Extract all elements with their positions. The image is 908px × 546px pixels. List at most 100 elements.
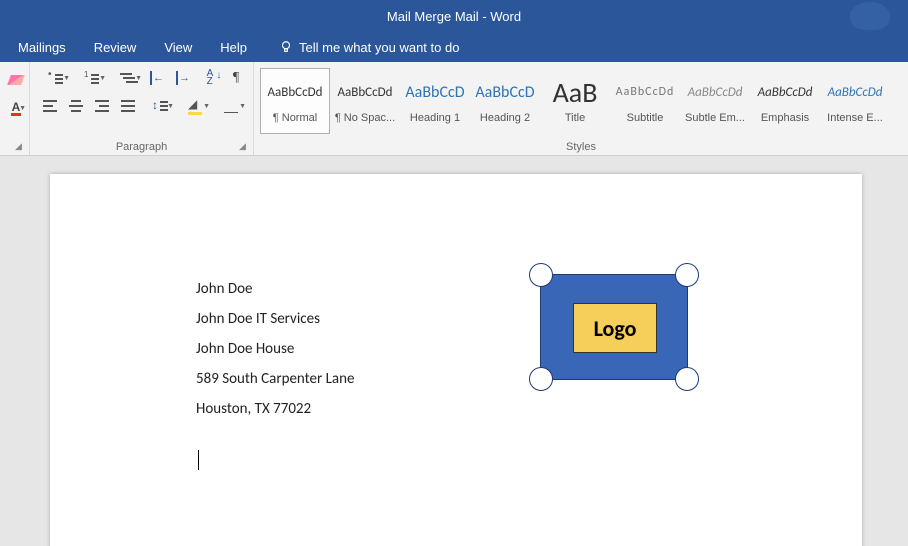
paragraph-dialog-launcher[interactable]: ◢ bbox=[239, 141, 249, 151]
style-preview: AaBbCcD bbox=[401, 78, 469, 106]
font-group-partial: A▼ ◢ bbox=[0, 62, 30, 155]
chevron-down-icon: ▼ bbox=[239, 103, 246, 110]
decrease-indent-icon bbox=[150, 71, 166, 85]
font-dialog-launcher[interactable]: ◢ bbox=[15, 141, 25, 151]
tab-review[interactable]: Review bbox=[80, 32, 151, 62]
chevron-down-icon: ▼ bbox=[19, 105, 26, 112]
ribbon: A▼ ◢ ▼ ▼ ▼ AZ ¶ ▼ ▼ ▼ bbox=[0, 62, 908, 156]
style-item-heading-2[interactable]: AaBbCcD Heading 2 bbox=[470, 68, 540, 134]
styles-group: AaBbCcDd¶ NormalAaBbCcDd¶ No Spac...AaBb… bbox=[254, 62, 908, 155]
numbering-button[interactable]: ▼ bbox=[76, 68, 106, 88]
style-preview: AaBbCcD bbox=[471, 78, 539, 106]
chevron-down-icon: ▼ bbox=[135, 75, 142, 82]
tab-help[interactable]: Help bbox=[206, 32, 261, 62]
styles-gallery[interactable]: AaBbCcDd¶ NormalAaBbCcDd¶ No Spac...AaBb… bbox=[260, 68, 902, 137]
style-name-label: Heading 2 bbox=[471, 112, 539, 124]
style-name-label: Title bbox=[541, 112, 609, 124]
menu-bar: Mailings Review View Help Tell me what y… bbox=[0, 32, 908, 62]
borders-button[interactable]: ▼ bbox=[216, 96, 246, 116]
align-center-icon bbox=[69, 100, 83, 112]
eraser-icon bbox=[7, 75, 25, 85]
decrease-indent-button[interactable] bbox=[148, 68, 168, 88]
address-line[interactable]: John Doe bbox=[196, 274, 354, 304]
bullets-icon bbox=[48, 72, 62, 84]
paragraph-group-label: Paragraph bbox=[30, 141, 253, 153]
style-item-no-spac[interactable]: AaBbCcDd ¶ No Spac... bbox=[330, 68, 400, 134]
justify-button[interactable] bbox=[118, 96, 138, 116]
logo-text-box[interactable]: Logo bbox=[573, 303, 657, 353]
style-preview: AaBbCcDd bbox=[751, 78, 819, 106]
clear-formatting-button[interactable] bbox=[6, 70, 26, 90]
multilevel-icon bbox=[120, 72, 134, 84]
chevron-down-icon: ▼ bbox=[167, 103, 174, 110]
multilevel-list-button[interactable]: ▼ bbox=[112, 68, 142, 88]
style-preview: AaBbCcDd bbox=[611, 78, 679, 106]
account-avatar[interactable] bbox=[850, 2, 890, 30]
lightbulb-icon bbox=[279, 40, 293, 54]
increase-indent-icon bbox=[176, 71, 192, 85]
address-line[interactable]: 589 South Carpenter Lane bbox=[196, 364, 354, 394]
style-preview: AaBbCcDd bbox=[331, 78, 399, 106]
style-name-label: ¶ No Spac... bbox=[331, 112, 399, 124]
paragraph-group: ▼ ▼ ▼ AZ ¶ ▼ ▼ ▼ Paragraph ◢ bbox=[30, 62, 254, 155]
font-color-button[interactable]: A▼ bbox=[6, 98, 26, 118]
numbering-icon bbox=[84, 72, 98, 84]
logo-notch bbox=[529, 263, 553, 287]
text-cursor bbox=[198, 450, 199, 470]
line-spacing-button[interactable]: ▼ bbox=[144, 96, 174, 116]
tell-me-label: Tell me what you want to do bbox=[299, 40, 459, 55]
bullets-button[interactable]: ▼ bbox=[40, 68, 70, 88]
style-name-label: Heading 1 bbox=[401, 112, 469, 124]
align-right-icon bbox=[95, 100, 109, 112]
sort-icon: AZ bbox=[207, 70, 214, 86]
show-hide-marks-button[interactable]: ¶ bbox=[226, 68, 246, 88]
style-item-normal[interactable]: AaBbCcDd ¶ Normal bbox=[260, 68, 330, 134]
style-name-label: Subtle Em... bbox=[681, 112, 749, 124]
style-preview: AaBbCcDd bbox=[681, 78, 749, 106]
logo-notch bbox=[675, 367, 699, 391]
styles-group-label: Styles bbox=[254, 141, 908, 153]
style-item-subtitle[interactable]: AaBbCcDd Subtitle bbox=[610, 68, 680, 134]
address-line[interactable]: John Doe IT Services bbox=[196, 304, 354, 334]
logo-notch bbox=[675, 263, 699, 287]
style-name-label: Intense E... bbox=[821, 112, 889, 124]
style-item-subtle-em[interactable]: AaBbCcDd Subtle Em... bbox=[680, 68, 750, 134]
increase-indent-button[interactable] bbox=[174, 68, 194, 88]
style-preview: AaBbCcDd bbox=[821, 78, 889, 106]
sort-button[interactable]: AZ bbox=[200, 68, 220, 88]
style-name-label: ¶ Normal bbox=[261, 112, 329, 124]
style-name-label: Subtitle bbox=[611, 112, 679, 124]
pilcrow-icon: ¶ bbox=[233, 70, 239, 86]
align-left-button[interactable] bbox=[40, 96, 60, 116]
style-item-title[interactable]: AaB Title bbox=[540, 68, 610, 134]
borders-icon bbox=[224, 99, 238, 113]
chevron-down-icon: ▼ bbox=[63, 75, 70, 82]
title-bar: Mail Merge Mail - Word bbox=[0, 0, 908, 32]
address-line[interactable]: Houston, TX 77022 bbox=[196, 394, 354, 424]
align-center-button[interactable] bbox=[66, 96, 86, 116]
chevron-down-icon: ▼ bbox=[203, 103, 210, 110]
justify-icon bbox=[121, 100, 135, 112]
logo-shape[interactable]: Logo bbox=[540, 274, 688, 380]
document-area[interactable]: John DoeJohn Doe IT ServicesJohn Doe Hou… bbox=[0, 156, 908, 546]
style-item-emphasis[interactable]: AaBbCcDd Emphasis bbox=[750, 68, 820, 134]
line-spacing-icon bbox=[152, 99, 166, 113]
address-block[interactable]: John DoeJohn Doe IT ServicesJohn Doe Hou… bbox=[196, 274, 354, 424]
style-preview: AaB bbox=[541, 78, 609, 106]
style-item-intense-e[interactable]: AaBbCcDd Intense E... bbox=[820, 68, 890, 134]
logo-text: Logo bbox=[594, 315, 637, 342]
style-preview: AaBbCcDd bbox=[261, 78, 329, 106]
shading-button[interactable]: ▼ bbox=[180, 96, 210, 116]
page[interactable]: John DoeJohn Doe IT ServicesJohn Doe Hou… bbox=[50, 174, 862, 546]
shading-icon bbox=[188, 99, 202, 113]
align-right-button[interactable] bbox=[92, 96, 112, 116]
tab-mailings[interactable]: Mailings bbox=[4, 32, 80, 62]
tab-view[interactable]: View bbox=[150, 32, 206, 62]
title-bar-text: Mail Merge Mail - Word bbox=[387, 9, 521, 24]
align-left-icon bbox=[43, 100, 57, 112]
address-line[interactable]: John Doe House bbox=[196, 334, 354, 364]
tell-me-search[interactable]: Tell me what you want to do bbox=[261, 40, 459, 55]
style-name-label: Emphasis bbox=[751, 112, 819, 124]
logo-notch bbox=[529, 367, 553, 391]
style-item-heading-1[interactable]: AaBbCcD Heading 1 bbox=[400, 68, 470, 134]
